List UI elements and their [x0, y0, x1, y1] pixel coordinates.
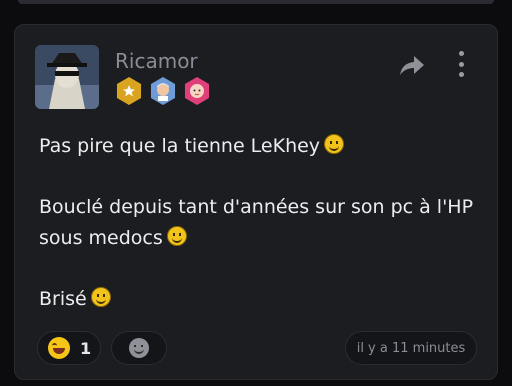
post-author-name[interactable]: Ricamor	[115, 49, 198, 73]
man-avatar-badge-icon[interactable]	[150, 77, 176, 105]
paragraph-text: Bouclé depuis tant d'années sur son pc à…	[39, 196, 474, 249]
smile-emoji-icon	[90, 287, 111, 307]
user-avatar[interactable]	[35, 45, 99, 109]
laugh-reaction-button[interactable]: 1	[37, 331, 101, 365]
post-paragraph: Brisé	[39, 284, 479, 315]
post-paragraph: Bouclé depuis tant d'années sur son pc à…	[39, 192, 479, 254]
previous-card-edge	[18, 0, 494, 4]
smile-emoji-icon	[324, 134, 345, 154]
post-card: Ricamor Pas pire que la tienne LeKhey Bo…	[14, 24, 498, 380]
user-badges	[115, 77, 211, 105]
add-reaction-icon	[129, 338, 149, 358]
baby-avatar-badge-icon[interactable]	[184, 77, 210, 105]
star-badge-icon[interactable]	[116, 77, 142, 105]
post-timestamp: il y a 11 minutes	[345, 331, 477, 365]
post-body: Pas pire que la tienne LeKhey Bouclé dep…	[39, 131, 479, 345]
smile-emoji-icon	[166, 226, 187, 246]
post-paragraph: Pas pire que la tienne LeKhey	[39, 131, 479, 162]
laugh-reaction-count: 1	[80, 338, 92, 358]
paragraph-text: Brisé	[39, 288, 87, 310]
add-reaction-button[interactable]	[111, 331, 167, 365]
avatar-image	[35, 45, 99, 109]
laugh-emoji-icon	[48, 337, 70, 359]
paragraph-text: Pas pire que la tienne LeKhey	[39, 135, 321, 157]
more-options-icon[interactable]	[457, 51, 465, 77]
share-icon[interactable]	[399, 55, 425, 77]
